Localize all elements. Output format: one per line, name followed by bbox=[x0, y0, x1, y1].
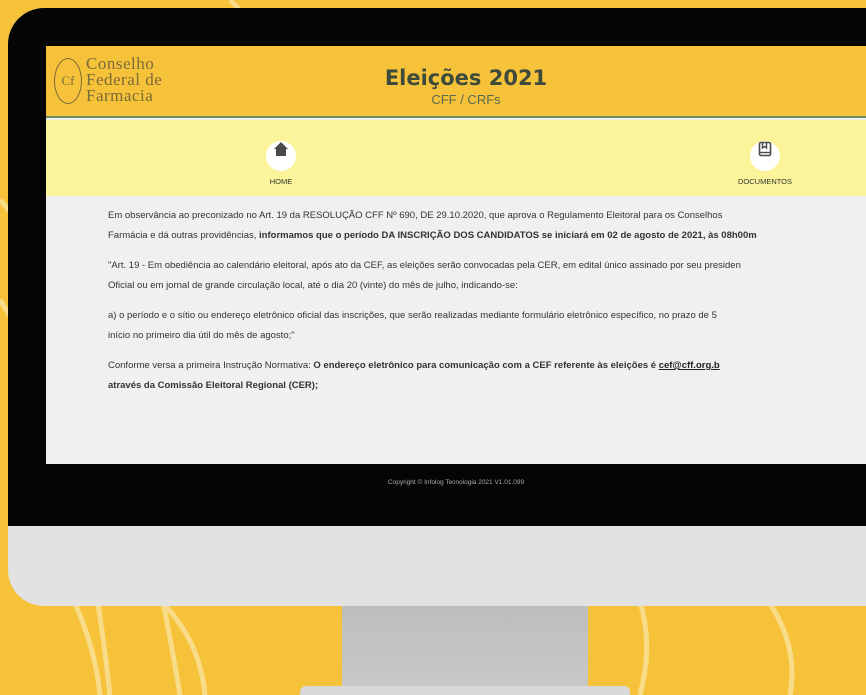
paragraph-intro-text: Farmácia e dá outras providências, bbox=[108, 230, 260, 241]
logo-line-3: Farmacia bbox=[86, 86, 154, 105]
monitor-stand-base bbox=[300, 686, 630, 695]
main-nav: HOME DOCUMENTOS bbox=[46, 120, 866, 196]
paragraph-intro: Em observância ao preconizado no Art. 19… bbox=[108, 206, 866, 246]
site-footer: Copyright © Infolog Tecnologia 2021 V1.0… bbox=[46, 464, 866, 502]
nav-documents[interactable]: DOCUMENTOS bbox=[720, 134, 810, 186]
paragraph-art19-line-1: "Art. 19 - Em obediência ao calendário e… bbox=[108, 260, 741, 271]
paragraph-item-a-line-1: a) o período e o sítio ou endereço eletr… bbox=[108, 310, 717, 321]
paragraph-item-a: a) o período e o sítio ou endereço eletr… bbox=[108, 306, 866, 346]
paragraph-intro-line-1: Em observância ao preconizado no Art. 19… bbox=[108, 210, 723, 221]
paragraph-item-a-line-2: início no primeiro dia útil do mês de ag… bbox=[108, 330, 295, 341]
book-icon bbox=[750, 141, 780, 171]
logo-text: Conselho Federal de Farmacia bbox=[86, 55, 196, 105]
browser-screen: Cf Conselho Federal de Farmacia Eleições… bbox=[46, 46, 866, 464]
cef-email-link[interactable]: cef@cff.org.b bbox=[659, 360, 720, 371]
paragraph-intro-line-2: Farmácia e dá outras providências, infor… bbox=[108, 226, 866, 246]
cff-logo[interactable]: Cf Conselho Federal de Farmacia bbox=[54, 54, 194, 110]
nav-documents-label: DOCUMENTOS bbox=[737, 177, 793, 186]
monitor-stand bbox=[342, 606, 588, 695]
paragraph-instrucao-line-2: através da Comissão Eleitoral Regional (… bbox=[108, 380, 319, 391]
instrucao-bold: O endereço eletrônico para comunicação c… bbox=[313, 360, 659, 371]
site-header: Cf Conselho Federal de Farmacia Eleições… bbox=[46, 46, 866, 118]
nav-home-label: HOME bbox=[269, 177, 293, 186]
instrucao-intro: Conforme versa a primeira Instrução Norm… bbox=[108, 360, 314, 371]
cff-emblem-icon: Cf bbox=[54, 58, 82, 104]
page-title: Eleições 2021 bbox=[384, 66, 548, 90]
inscricao-notice: informamos que o período DA INSCRIÇÃO DO… bbox=[259, 230, 757, 241]
home-icon bbox=[266, 141, 296, 171]
paragraph-art19: "Art. 19 - Em obediência ao calendário e… bbox=[108, 256, 866, 296]
paragraph-instrucao-line-1: Conforme versa a primeira Instrução Norm… bbox=[108, 356, 866, 376]
main-content: Em observância ao preconizado no Art. 19… bbox=[108, 206, 866, 406]
nav-home[interactable]: HOME bbox=[236, 134, 326, 186]
paragraph-art19-line-2: Oficial ou em jornal de grande circulaçã… bbox=[108, 280, 518, 291]
paragraph-instrucao: Conforme versa a primeira Instrução Norm… bbox=[108, 356, 866, 396]
page-subtitle: CFF / CRFs bbox=[431, 92, 501, 107]
copyright-text: Copyright © Infolog Tecnologia 2021 V1.0… bbox=[387, 479, 525, 486]
